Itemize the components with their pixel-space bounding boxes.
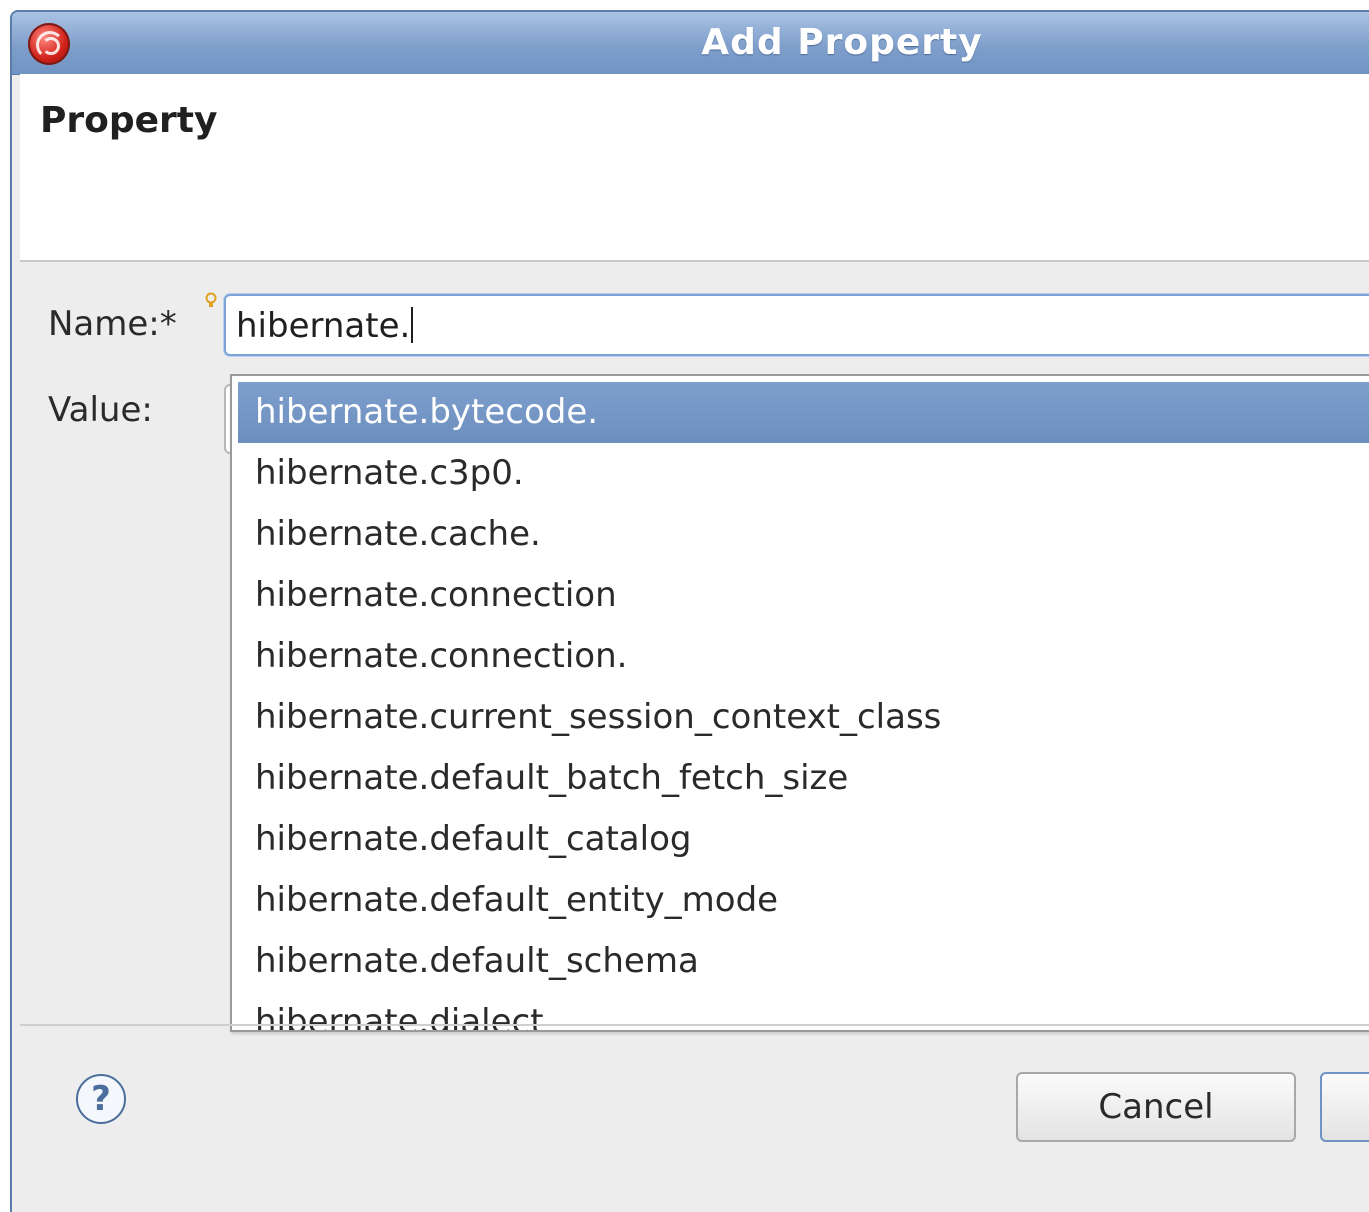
text-caret (411, 307, 414, 343)
add-property-dialog: Add Property Property Name:* hibernate. … (10, 10, 1369, 1212)
suggestion-item[interactable]: hibernate.cache. (238, 504, 1369, 565)
lightbulb-icon (205, 292, 217, 307)
app-icon-swirl-inner (42, 37, 60, 55)
suggestion-item[interactable]: hibernate.c3p0. (238, 443, 1369, 504)
ok-button[interactable] (1320, 1072, 1369, 1142)
content-assist-popup[interactable]: hibernate.bytecode. hibernate.c3p0. hibe… (230, 374, 1369, 1032)
suggestion-item[interactable]: hibernate.connection. (238, 626, 1369, 687)
title-bar[interactable]: Add Property (12, 12, 1369, 75)
suggestion-item[interactable]: hibernate.connection (238, 565, 1369, 626)
suggestion-item[interactable]: hibernate.default_entity_mode (238, 870, 1369, 931)
redhat-app-icon[interactable] (28, 23, 70, 65)
suggestion-item[interactable]: hibernate.default_schema (238, 931, 1369, 992)
window-title: Add Property (701, 22, 983, 63)
suggestion-item[interactable]: hibernate.current_session_context_class (238, 687, 1369, 748)
name-label: Name:* (48, 304, 177, 344)
wizard-header: Property (20, 74, 1369, 262)
page-title: Property (40, 100, 218, 141)
name-field-value: hibernate. (236, 306, 414, 346)
suggestion-item[interactable]: hibernate.dialect (238, 992, 1369, 1030)
suggestion-item[interactable]: hibernate.default_catalog (238, 809, 1369, 870)
suggestion-item[interactable]: hibernate.bytecode. (238, 382, 1369, 443)
name-field[interactable]: hibernate. (224, 294, 1369, 356)
suggestion-item[interactable]: hibernate.default_batch_fetch_size (238, 748, 1369, 809)
cancel-button[interactable]: Cancel (1016, 1072, 1296, 1142)
name-field-text: hibernate. (236, 306, 411, 346)
value-label: Value: (48, 390, 153, 430)
help-question-icon[interactable]: ? (76, 1074, 126, 1124)
footer-divider (20, 1024, 1369, 1026)
